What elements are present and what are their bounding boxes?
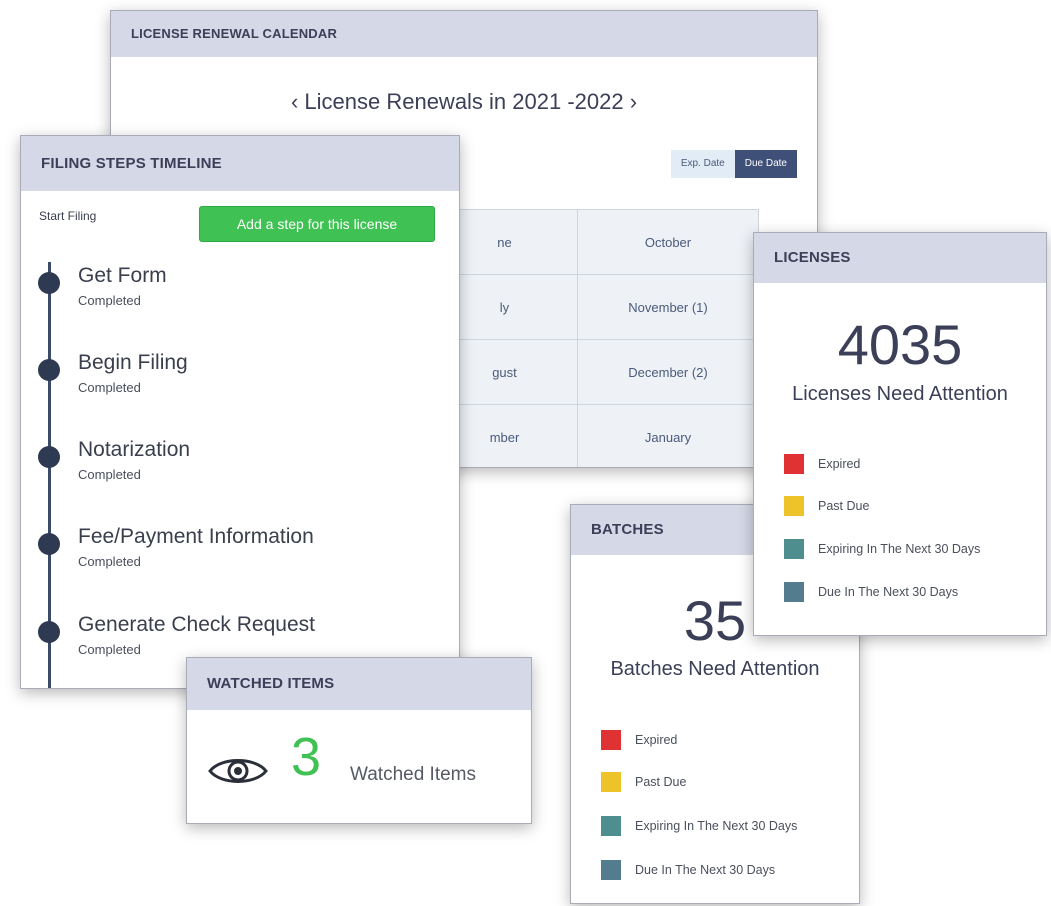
step-name: Fee/Payment Information [78,525,314,548]
add-step-button[interactable]: Add a step for this license [199,206,435,242]
date-type-toggle: Exp. Date Due Date [670,150,797,178]
timeline-step-notarization[interactable]: Notarization Completed [21,438,459,488]
eye-icon [208,759,268,783]
step-name: Get Form [78,264,167,287]
month-cell[interactable]: December (2) [577,339,759,405]
licenses-card[interactable]: LICENSES 4035 Licenses Need Attention Ex… [753,232,1047,636]
legend-label: Past Due [635,775,687,789]
exp-date-toggle-button[interactable]: Exp. Date [670,150,735,178]
legend-label: Expiring In The Next 30 Days [635,819,798,833]
timeline-step-check-request[interactable]: Generate Check Request Completed [21,613,459,663]
step-status: Completed [78,467,141,482]
month-cell[interactable]: November (1) [577,274,759,340]
legend-swatch [601,772,621,792]
timeline-dot [38,359,60,381]
watched-items-count: 3 [291,727,322,787]
timeline-dot [38,533,60,555]
legend-swatch [784,454,804,474]
step-status: Completed [78,293,141,308]
timeline-dot [38,446,60,468]
batches-need-attention-label: Batches Need Attention [610,658,820,680]
licenses-count: 4035 [837,313,963,376]
timeline-dot [38,272,60,294]
legend-swatch [784,496,804,516]
legend-label: Due In The Next 30 Days [635,863,776,877]
start-filing-label: Start Filing [39,209,97,223]
watched-items-label: Watched Items [350,764,477,785]
step-name: Notarization [78,438,191,461]
timeline-dot [38,621,60,643]
calendar-range-label: License Renewals in 2021 -2022 [304,89,624,114]
watched-card-title: WATCHED ITEMS [187,658,531,710]
timeline-card-title: FILING STEPS TIMELINE [21,136,459,191]
licenses-need-attention-label: Licenses Need Attention [792,383,1008,405]
legend-label: Expired [818,457,861,471]
legend-swatch [601,816,621,836]
legend-label: Past Due [818,499,870,513]
timeline-step-begin-filing[interactable]: Begin Filing Completed [21,351,459,401]
legend-swatch [601,730,621,750]
due-date-toggle-button[interactable]: Due Date [734,150,797,178]
step-name: Begin Filing [78,351,188,374]
step-status: Completed [78,642,141,657]
legend-label: Due In The Next 30 Days [818,585,959,599]
step-status: Completed [78,554,141,569]
step-name: Generate Check Request [78,613,315,636]
calendar-range-title: ‹ License Renewals in 2021 -2022 › [111,89,817,115]
legend-label: Expiring In The Next 30 Days [818,542,981,556]
legend-swatch [784,539,804,559]
legend-swatch [601,860,621,880]
month-cell[interactable]: January [577,404,759,467]
prev-year-arrow[interactable]: ‹ [291,89,298,114]
month-cell[interactable]: October [577,209,759,275]
watched-items-card[interactable]: WATCHED ITEMS 3 Watched Items [186,657,532,824]
timeline-step-fee-payment[interactable]: Fee/Payment Information Completed [21,525,459,575]
timeline-step-get-form[interactable]: Get Form Completed [21,264,459,314]
month-grid: ne October ly November (1) gust December… [431,209,759,467]
calendar-card-title: LICENSE RENEWAL CALENDAR [111,11,817,57]
legend-swatch [784,582,804,602]
filing-steps-timeline-card: FILING STEPS TIMELINE Start Filing Add a… [20,135,460,689]
step-status: Completed [78,380,141,395]
legend-label: Expired [635,733,678,747]
licenses-card-title: LICENSES [754,233,1046,283]
next-year-arrow[interactable]: › [630,89,637,114]
